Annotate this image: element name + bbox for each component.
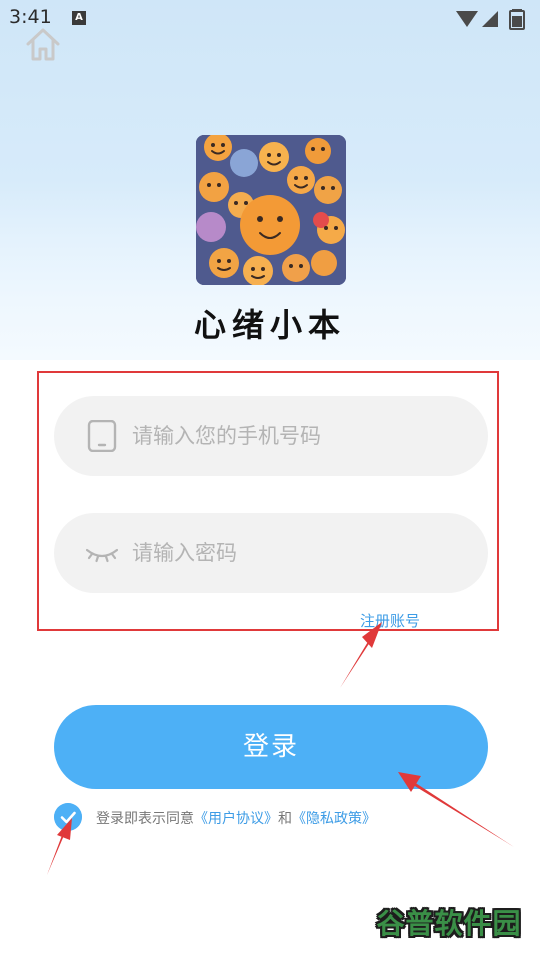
login-screen: 3:41 A 心绪小本 请输入您的手机号码 注册账号 登录 登录即表示同意《用户… xyxy=(0,0,540,960)
agreement-and: 和 xyxy=(278,811,292,827)
phone-icon xyxy=(87,420,117,452)
password-input[interactable] xyxy=(132,513,462,593)
battery-icon xyxy=(509,9,525,30)
emoji-collage-logo-icon xyxy=(196,135,346,285)
password-field[interactable] xyxy=(54,513,488,593)
status-icons xyxy=(456,9,525,30)
register-account-link[interactable]: 注册账号 xyxy=(360,610,420,631)
wifi-icon xyxy=(456,11,478,27)
phone-input[interactable] xyxy=(132,396,462,476)
user-agreement-link[interactable]: 《用户协议》 xyxy=(194,811,278,827)
watermark-logo: 谷普软件园 xyxy=(368,902,530,946)
app-title: 心绪小本 xyxy=(193,306,346,344)
arrow-login-icon xyxy=(407,781,514,847)
cellular-signal-icon xyxy=(482,11,498,27)
privacy-policy-link[interactable]: 《隐私政策》 xyxy=(292,811,376,827)
agreement-prefix: 登录即表示同意 xyxy=(96,811,194,827)
arrow-checkbox-icon xyxy=(47,826,68,875)
watermark-text: 谷普软件园 xyxy=(376,907,522,940)
phone-field[interactable] xyxy=(54,396,488,476)
agreement-checkbox[interactable] xyxy=(54,803,82,831)
notification-badge: A xyxy=(72,11,86,25)
eye-closed-icon[interactable] xyxy=(86,537,118,569)
home-icon[interactable] xyxy=(24,26,62,62)
status-bar: 3:41 A xyxy=(0,0,540,36)
agreement-text: 登录即表示同意《用户协议》和《隐私政策》 xyxy=(96,808,376,828)
status-time: 3:41 xyxy=(9,6,52,28)
login-button[interactable]: 登录 xyxy=(54,705,488,789)
app-logo xyxy=(196,135,346,285)
arrow-register-icon xyxy=(340,626,378,688)
